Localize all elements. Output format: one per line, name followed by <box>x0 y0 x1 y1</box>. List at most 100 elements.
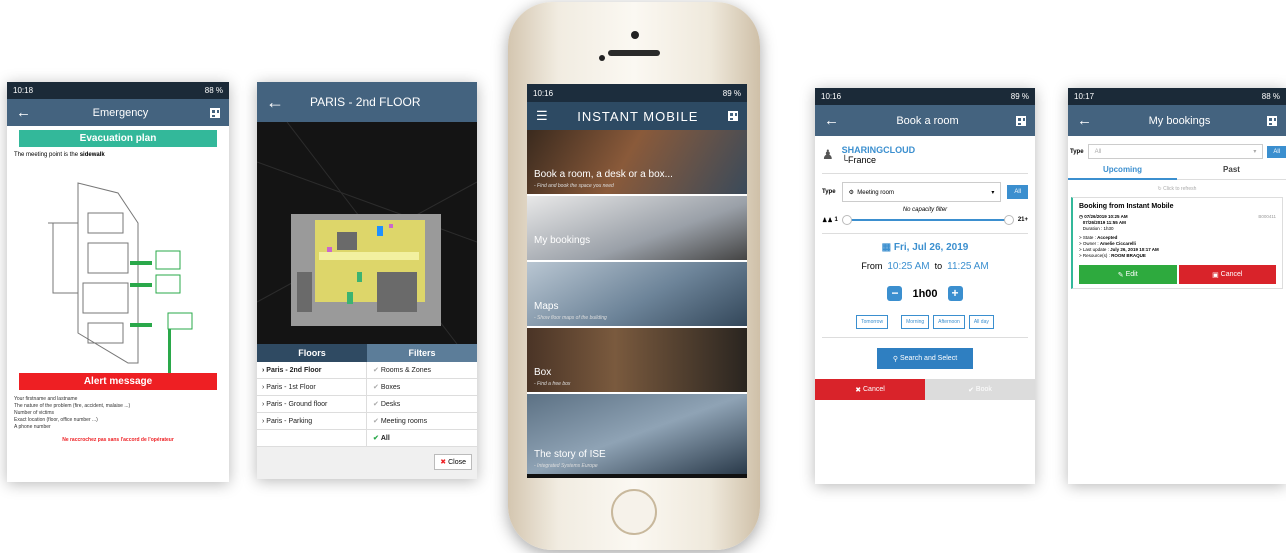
status-bar: 10:17 88 % <box>1068 88 1286 105</box>
capacity-slider[interactable] <box>841 215 1014 225</box>
qr-code-icon[interactable] <box>728 111 738 121</box>
floor-label: Paris - Ground floor <box>266 400 328 408</box>
tile-my-bookings[interactable]: My bookings <box>527 196 747 262</box>
tab-floors[interactable]: Floors <box>257 344 367 362</box>
resource-value: ROOM BRAQUE <box>1111 253 1146 258</box>
slider-handle-min[interactable] <box>841 215 852 225</box>
tab-upcoming[interactable]: Upcoming <box>1068 165 1177 180</box>
front-camera <box>631 31 639 39</box>
status-battery: 88 % <box>204 86 223 95</box>
filter-label: Desks <box>380 400 401 408</box>
tile-subtitle: - Find and book the space you need <box>534 183 614 189</box>
filter-label: Rooms & Zones <box>380 366 432 374</box>
quick-morning-button[interactable]: Morning <box>901 315 930 329</box>
all-button[interactable]: All <box>1267 145 1286 158</box>
floor-map[interactable] <box>257 121 477 345</box>
type-select[interactable]: ⚙ Meeting room ▾ <box>841 182 1002 202</box>
quick-tomorrow-button[interactable]: Tomorrow <box>856 315 889 329</box>
qr-code-icon[interactable] <box>209 107 220 118</box>
operator-warning: Ne raccrochez pas sans l'accord de l'opé… <box>62 437 174 443</box>
status-battery: 89 % <box>1010 92 1029 101</box>
type-row: Type All ▾ All <box>1068 136 1286 159</box>
page-title: My bookings <box>1148 114 1211 127</box>
refresh-link[interactable]: ↻ Click to refresh <box>1068 186 1286 192</box>
check-icon: ✔ <box>373 401 379 408</box>
evacuation-plan-map <box>48 182 193 373</box>
type-label: Type <box>1070 148 1084 155</box>
people-icon: ♟♟ <box>822 217 833 224</box>
plus-icon[interactable]: + <box>947 286 963 301</box>
back-arrow-icon[interactable]: ← <box>1077 113 1092 128</box>
floor-item[interactable]: › Paris - 1st Floor <box>257 379 367 395</box>
phone-device: 10:16 89 % ☰ INSTANT MOBILE Book a room, … <box>508 2 760 550</box>
owner-label: > Owner : <box>1079 241 1099 246</box>
back-arrow-icon[interactable]: ← <box>16 105 31 120</box>
close-button[interactable]: ✖ Close <box>434 454 472 470</box>
quick-afternoon-button[interactable]: Afternoon <box>933 315 965 329</box>
tile-title: My bookings <box>534 235 591 246</box>
search-select-button[interactable]: ⚲ Search and Select <box>877 348 973 369</box>
to-time[interactable]: 11:25 AM <box>947 261 989 272</box>
minus-icon[interactable]: − <box>887 286 903 301</box>
booking-title: Booking from Instant Mobile <box>1079 203 1174 210</box>
edit-button[interactable]: ✎ Edit <box>1079 265 1177 284</box>
book-button[interactable]: ✔ Book <box>925 379 1035 400</box>
page-title: Book a room <box>896 114 959 127</box>
filter-item[interactable]: ✔ Boxes <box>367 379 477 395</box>
speaker-grill <box>608 50 660 56</box>
pencil-icon: ✎ <box>1117 271 1124 279</box>
tab-past[interactable]: Past <box>1177 165 1286 180</box>
filter-item[interactable]: ✔ Desks <box>367 396 477 412</box>
update-value: July 26, 2019 10:17 AM <box>1110 247 1159 252</box>
filter-label: All <box>380 434 390 442</box>
selected-date: Fri, Jul 26, 2019 <box>893 242 969 253</box>
calendar-icon: ▦ <box>881 242 892 253</box>
filter-item[interactable]: ✔ Rooms & Zones <box>367 362 477 378</box>
check-icon: ✔ <box>373 418 379 425</box>
resource-line: > Resource(s) : ROOM BRAQUE <box>1079 253 1276 259</box>
filter-item[interactable]: ✔ Meeting rooms <box>367 413 477 429</box>
cancel-label: Cancel <box>1220 271 1243 278</box>
tab-filters[interactable]: Filters <box>367 344 477 362</box>
cancel-booking-button[interactable]: ▣ Cancel <box>1178 265 1276 284</box>
floor-plan-drawing <box>257 121 477 345</box>
check-icon: ✔ <box>373 435 379 442</box>
back-arrow-icon[interactable]: ← <box>266 93 284 111</box>
back-arrow-icon[interactable]: ← <box>824 113 839 128</box>
qr-code-icon[interactable] <box>1016 115 1026 126</box>
floor-item[interactable]: › Paris - Parking <box>257 413 367 429</box>
tile-maps[interactable]: Maps - Show floor maps of the building <box>527 262 747 328</box>
tile-book-room[interactable]: Book a room, a desk or a box... - Find an… <box>527 130 747 196</box>
qr-code-icon[interactable] <box>1266 115 1277 126</box>
state-value: Accepted <box>1097 235 1118 240</box>
check-icon: ✔ <box>373 367 379 374</box>
filter-label: Meeting rooms <box>380 417 428 425</box>
type-label: Type <box>822 189 836 195</box>
from-time[interactable]: 10:25 AM <box>887 261 929 272</box>
tile-story-ise[interactable]: The story of ISE - Integrated Systems Eur… <box>527 394 747 474</box>
cancel-button[interactable]: ✖ Cancel <box>815 379 925 400</box>
list-item: The nature of the problem (fire, acciden… <box>14 403 131 409</box>
tile-box[interactable]: Box - Find a free box <box>527 328 747 394</box>
slider-handle-max[interactable] <box>1003 215 1014 225</box>
country-line: └France <box>841 155 877 165</box>
chevron-down-icon: ▾ <box>1253 149 1257 155</box>
organization-name: SHARINGCLOUD <box>841 145 916 155</box>
all-button[interactable]: All <box>1007 185 1028 199</box>
date-picker[interactable]: ▦ Fri, Jul 26, 2019 <box>815 242 1035 253</box>
quick-select-row: Tomorrow Morning Afternoon All day <box>815 315 1035 329</box>
floor-item[interactable]: › Paris - 2nd Floor <box>257 362 367 378</box>
country-name: France <box>848 155 877 165</box>
menu-icon[interactable]: ☰ <box>536 108 548 124</box>
home-button[interactable] <box>611 489 657 535</box>
booking-card[interactable]: Booking from Instant Mobile ◷ 07/26/2019… <box>1071 197 1283 289</box>
app-brand: INSTANT MOBILE <box>577 108 699 124</box>
type-select[interactable]: All ▾ <box>1087 144 1264 159</box>
booking-dates: ◷ 07/26/2019 10:25 AM 07/26/2019 11:55 A… <box>1079 214 1276 232</box>
capacity-slider-row: ♟♟ 1 21+ <box>815 213 1035 227</box>
filter-item[interactable]: ✔ All <box>367 430 477 446</box>
search-select-label: Search and Select <box>899 355 958 362</box>
floor-item[interactable]: › Paris - Ground floor <box>257 396 367 412</box>
filter-label: Boxes <box>380 383 401 391</box>
quick-all-day-button[interactable]: All day <box>968 315 994 329</box>
